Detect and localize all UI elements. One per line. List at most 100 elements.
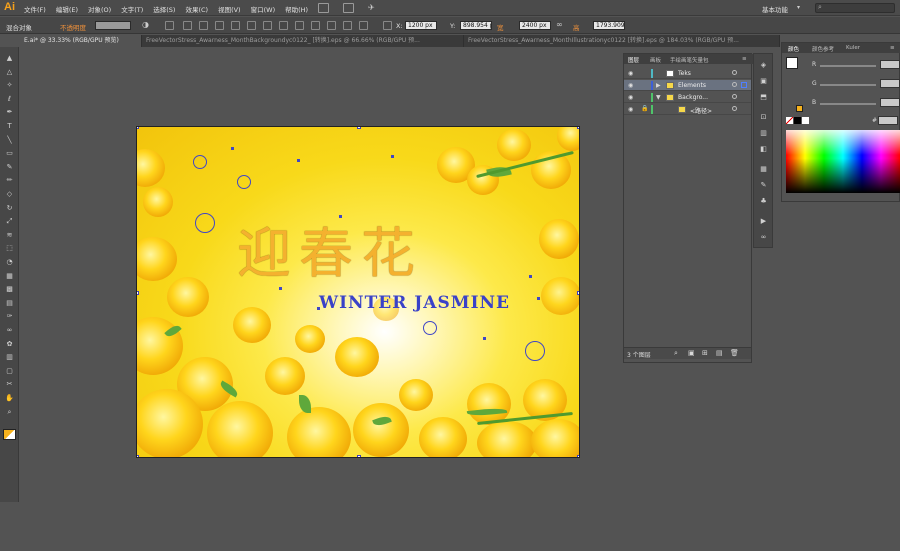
new-layer-icon[interactable]: ▤: [716, 349, 723, 357]
anchor-point[interactable]: [297, 159, 300, 162]
reference-point-icon[interactable]: [383, 21, 392, 30]
x-position-field[interactable]: 1200 px: [405, 21, 437, 30]
layer-row-teks[interactable]: ◉ Teks: [624, 68, 751, 79]
bounding-box-handle[interactable]: [357, 127, 361, 129]
type-icon[interactable]: T: [3, 121, 16, 132]
menu-file[interactable]: 文件(F): [24, 4, 46, 14]
anchor-point[interactable]: [339, 215, 342, 218]
distribute-bottom-icon[interactable]: [311, 21, 320, 30]
expand-triangle-icon[interactable]: ▶: [656, 82, 661, 89]
pen-icon[interactable]: ✒: [3, 107, 16, 118]
selection-node[interactable]: [195, 213, 215, 233]
menu-window[interactable]: 窗口(W): [251, 4, 276, 14]
tab-document-background[interactable]: FreeVectorStress_Awarness_MonthBackgroun…: [142, 35, 464, 47]
recolor-icon[interactable]: ◑: [142, 20, 149, 29]
distribute-left-icon[interactable]: [327, 21, 336, 30]
layer-target-icon[interactable]: [732, 70, 737, 75]
selection-node[interactable]: [193, 155, 207, 169]
panel-menu-icon[interactable]: ≡: [742, 56, 747, 62]
slice-icon[interactable]: ✂: [3, 379, 16, 390]
tab-color-guide[interactable]: 颜色参考: [812, 45, 834, 53]
fill-swatch[interactable]: [786, 57, 798, 69]
layer-row-elements[interactable]: ◉ ▶ Elements: [624, 80, 751, 91]
artboards-panel-icon[interactable]: ▣: [758, 76, 769, 86]
anchor-point[interactable]: [529, 275, 532, 278]
free-transform-icon[interactable]: ⬚: [3, 243, 16, 254]
channel-b-slider[interactable]: [820, 103, 876, 105]
align-right-icon[interactable]: [215, 21, 224, 30]
selection-indicator-icon[interactable]: [741, 82, 747, 88]
channel-g-slider[interactable]: [820, 84, 876, 86]
menu-help[interactable]: 帮助(H): [285, 4, 308, 14]
layer-name[interactable]: Elements: [678, 82, 706, 89]
align-center-icon[interactable]: [199, 21, 208, 30]
none-swatch-icon[interactable]: [786, 117, 793, 124]
arrange-documents-icon[interactable]: [343, 3, 354, 13]
opacity-field[interactable]: [95, 21, 131, 30]
visibility-eye-icon[interactable]: ◉: [628, 70, 633, 77]
hex-field[interactable]: [878, 116, 898, 125]
clipping-mask-icon[interactable]: ▣: [688, 349, 695, 357]
channel-r-slider[interactable]: [820, 65, 876, 67]
paintbrush-icon[interactable]: ✎: [3, 162, 16, 173]
align-panel-icon[interactable]: ▥: [758, 128, 769, 138]
distribute-top-icon[interactable]: [279, 21, 288, 30]
symbol-sprayer-icon[interactable]: ✿: [3, 339, 16, 350]
magic-wand-icon[interactable]: ✧: [3, 80, 16, 91]
workspace-switcher[interactable]: 基本功能: [762, 4, 788, 14]
constrain-proportions-icon[interactable]: ∞: [556, 20, 563, 29]
layer-target-icon[interactable]: [732, 94, 737, 99]
menu-effect[interactable]: 效果(C): [185, 4, 208, 14]
scale-icon[interactable]: ⤢: [3, 216, 16, 227]
align-top-icon[interactable]: [231, 21, 240, 30]
eraser-icon[interactable]: ◇: [3, 189, 16, 200]
layer-target-icon[interactable]: [732, 82, 737, 87]
white-swatch[interactable]: [802, 117, 809, 124]
opacity-label[interactable]: 不透明度: [60, 22, 86, 32]
anchor-point[interactable]: [537, 297, 540, 300]
anchor-point[interactable]: [231, 147, 234, 150]
tab-document-illustration[interactable]: FreeVectorStress_Awarness_MonthIllustrat…: [464, 35, 780, 47]
graph-icon[interactable]: ▥: [3, 352, 16, 363]
layer-name[interactable]: Teks: [678, 70, 691, 77]
new-sublayer-icon[interactable]: ⊞: [702, 349, 708, 357]
rectangle-icon[interactable]: ▭: [3, 148, 16, 159]
swatches-panel-icon[interactable]: ▦: [758, 164, 769, 174]
distribute-right-icon[interactable]: [359, 21, 368, 30]
layer-name[interactable]: <路径>: [690, 106, 712, 115]
anchor-point[interactable]: [317, 307, 320, 310]
bounding-box-handle[interactable]: [577, 455, 579, 457]
menu-object[interactable]: 对象(O): [88, 4, 111, 14]
black-swatch[interactable]: [794, 117, 801, 124]
transform-panel-icon[interactable]: ⊡: [758, 112, 769, 122]
channel-g-field[interactable]: [880, 79, 900, 88]
artwork-title-english[interactable]: WINTER JASMINE: [319, 293, 510, 313]
bounding-box-handle[interactable]: [357, 455, 361, 457]
fill-stroke-swatch[interactable]: [3, 429, 16, 440]
export-panel-icon[interactable]: ⬒: [758, 92, 769, 102]
line-icon[interactable]: ╲: [3, 135, 16, 146]
eyedropper-icon[interactable]: ✑: [3, 311, 16, 322]
arrow-select-icon[interactable]: ▲: [3, 53, 16, 64]
pathfinder-panel-icon[interactable]: ◧: [758, 144, 769, 154]
tab-kuler[interactable]: Kuler: [846, 45, 860, 51]
lock-icon[interactable]: 🔒: [641, 105, 648, 112]
menu-type[interactable]: 文字(T): [121, 4, 143, 14]
lasso-icon[interactable]: ℓ: [3, 94, 16, 105]
layer-row-path[interactable]: ◉ 🔒 <路径>: [624, 104, 751, 115]
direct-select-icon[interactable]: △: [3, 67, 16, 78]
width-icon[interactable]: ≋: [3, 230, 16, 241]
hand-icon[interactable]: ✋: [3, 393, 16, 404]
channel-b-field[interactable]: [880, 98, 900, 107]
tab-document-e[interactable]: E.ai* @ 33.33% (RGB/GPU 预览): [20, 35, 142, 47]
mesh-icon[interactable]: ▩: [3, 284, 16, 295]
selection-node[interactable]: [525, 341, 545, 361]
fill-color-chip[interactable]: [796, 105, 803, 112]
visibility-eye-icon[interactable]: ◉: [628, 94, 633, 101]
panel-menu-icon[interactable]: ≡: [890, 45, 895, 51]
links-panel-icon[interactable]: ∞: [758, 232, 769, 242]
artboard-icon[interactable]: ▢: [3, 366, 16, 377]
align-middle-icon[interactable]: [247, 21, 256, 30]
y-position-field[interactable]: 898.954 p: [460, 21, 492, 30]
channel-r-field[interactable]: [880, 60, 900, 69]
